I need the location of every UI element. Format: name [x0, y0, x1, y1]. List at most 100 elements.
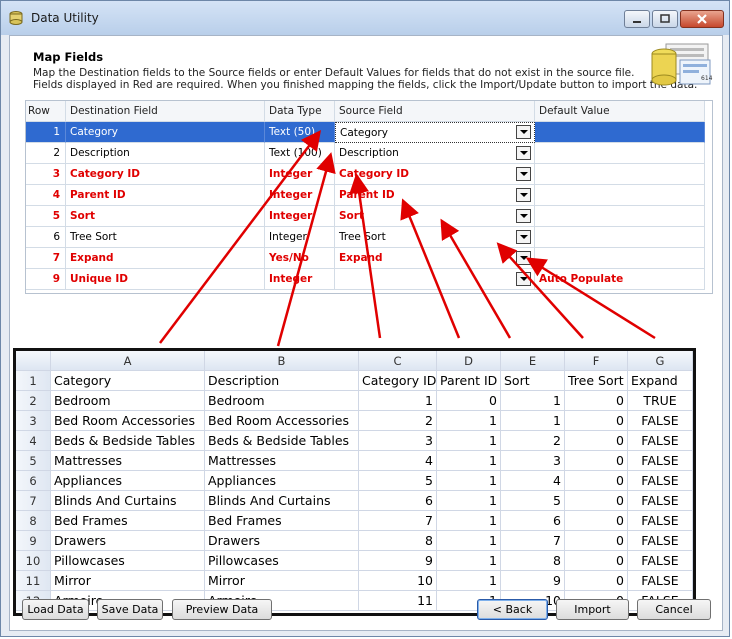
default-value[interactable]: [535, 227, 705, 248]
sheet-cell[interactable]: Bed Room Accessories: [205, 411, 359, 431]
sheet-cell[interactable]: Mattresses: [205, 451, 359, 471]
source-field[interactable]: Sort: [335, 206, 535, 227]
sheet-cell[interactable]: Mirror: [51, 571, 205, 591]
sheet-cell[interactable]: Bed Frames: [205, 511, 359, 531]
sheet-row-number[interactable]: 1: [16, 371, 51, 391]
sheet-cell[interactable]: 0: [565, 571, 628, 591]
sheet-cell[interactable]: 11: [359, 591, 437, 611]
default-value[interactable]: [535, 206, 705, 227]
sheet-cell[interactable]: 1: [437, 531, 501, 551]
source-field[interactable]: Category ID: [335, 164, 535, 185]
sheet-row-number[interactable]: 9: [16, 531, 51, 551]
sheet-cell[interactable]: 1: [437, 511, 501, 531]
grid-row[interactable]: 7 Expand Yes/No Expand: [26, 248, 712, 269]
sheet-cell[interactable]: Description: [205, 371, 359, 391]
default-value[interactable]: [535, 143, 705, 164]
sheet-cell[interactable]: 0: [437, 391, 501, 411]
sheet-cell[interactable]: FALSE: [628, 431, 693, 451]
sheet-cell[interactable]: 6: [359, 491, 437, 511]
back-button[interactable]: < Back: [477, 599, 548, 620]
sheet-column-header[interactable]: G: [628, 351, 693, 371]
source-dropdown-button[interactable]: [516, 167, 531, 181]
sheet-row-number[interactable]: 7: [16, 491, 51, 511]
source-dropdown-button[interactable]: [516, 251, 531, 265]
sheet-row-number[interactable]: 5: [16, 451, 51, 471]
sheet-cell[interactable]: FALSE: [628, 491, 693, 511]
default-value[interactable]: [535, 164, 705, 185]
sheet-cell[interactable]: Tree Sort: [565, 371, 628, 391]
sheet-cell[interactable]: 0: [565, 391, 628, 411]
maximize-button[interactable]: [652, 10, 678, 28]
select-all-corner[interactable]: [16, 351, 51, 371]
grid-row[interactable]: 3 Category ID Integer Category ID: [26, 164, 712, 185]
sheet-cell[interactable]: 6: [501, 511, 565, 531]
grid-row[interactable]: 1 Category Text (50) Category: [26, 122, 712, 143]
sheet-cell[interactable]: 3: [501, 451, 565, 471]
sheet-row-number[interactable]: 3: [16, 411, 51, 431]
sheet-cell[interactable]: Blinds And Curtains: [51, 491, 205, 511]
source-dropdown-button[interactable]: [516, 146, 531, 160]
sheet-cell[interactable]: Pillowcases: [205, 551, 359, 571]
source-dropdown-button[interactable]: [516, 188, 531, 202]
sheet-cell[interactable]: Bedroom: [51, 391, 205, 411]
sheet-cell[interactable]: 2: [501, 431, 565, 451]
sheet-cell[interactable]: Beds & Bedside Tables: [51, 431, 205, 451]
sheet-cell[interactable]: 0: [565, 531, 628, 551]
save-data-button[interactable]: Save Data: [97, 599, 163, 620]
sheet-cell[interactable]: 0: [565, 491, 628, 511]
sheet-cell[interactable]: 7: [359, 511, 437, 531]
source-field[interactable]: [335, 269, 535, 290]
sheet-row-number[interactable]: 6: [16, 471, 51, 491]
sheet-cell[interactable]: 1: [437, 471, 501, 491]
col-header-data-type[interactable]: Data Type: [265, 101, 335, 122]
default-value[interactable]: [535, 185, 705, 206]
sheet-cell[interactable]: FALSE: [628, 531, 693, 551]
cancel-button[interactable]: Cancel: [637, 599, 711, 620]
sheet-column-header[interactable]: D: [437, 351, 501, 371]
default-value[interactable]: [535, 122, 705, 143]
preview-data-button[interactable]: Preview Data: [172, 599, 272, 620]
default-value[interactable]: [535, 248, 705, 269]
sheet-cell[interactable]: Mattresses: [51, 451, 205, 471]
source-field[interactable]: Parent ID: [335, 185, 535, 206]
sheet-cell[interactable]: 2: [359, 411, 437, 431]
sheet-row-number[interactable]: 10: [16, 551, 51, 571]
source-dropdown-button[interactable]: [516, 272, 531, 286]
sheet-cell[interactable]: 3: [359, 431, 437, 451]
sheet-cell[interactable]: Beds & Bedside Tables: [205, 431, 359, 451]
minimize-button[interactable]: [624, 10, 650, 28]
sheet-cell[interactable]: FALSE: [628, 451, 693, 471]
sheet-cell[interactable]: 0: [565, 511, 628, 531]
sheet-cell[interactable]: Pillowcases: [51, 551, 205, 571]
grid-row[interactable]: 9 Unique ID Integer Auto Populate: [26, 269, 712, 290]
sheet-cell[interactable]: 1: [437, 571, 501, 591]
sheet-cell[interactable]: 9: [359, 551, 437, 571]
sheet-cell[interactable]: 5: [501, 491, 565, 511]
sheet-cell[interactable]: 0: [565, 551, 628, 571]
sheet-cell[interactable]: 7: [501, 531, 565, 551]
sheet-cell[interactable]: 1: [437, 411, 501, 431]
sheet-column-header[interactable]: F: [565, 351, 628, 371]
sheet-column-header[interactable]: B: [205, 351, 359, 371]
sheet-cell[interactable]: Drawers: [205, 531, 359, 551]
sheet-row-number[interactable]: 2: [16, 391, 51, 411]
close-button[interactable]: [680, 10, 724, 28]
source-field[interactable]: Description: [335, 143, 535, 164]
sheet-cell[interactable]: 1: [501, 391, 565, 411]
default-value[interactable]: Auto Populate: [535, 269, 705, 290]
col-header-destination[interactable]: Destination Field: [66, 101, 265, 122]
sheet-cell[interactable]: Appliances: [205, 471, 359, 491]
sheet-cell[interactable]: 0: [565, 411, 628, 431]
sheet-row-number[interactable]: 8: [16, 511, 51, 531]
sheet-cell[interactable]: Category: [51, 371, 205, 391]
sheet-cell[interactable]: 0: [565, 451, 628, 471]
sheet-cell[interactable]: 1: [501, 411, 565, 431]
sheet-cell[interactable]: 9: [501, 571, 565, 591]
col-header-row[interactable]: Row: [26, 101, 66, 122]
sheet-cell[interactable]: TRUE: [628, 391, 693, 411]
sheet-column-header[interactable]: A: [51, 351, 205, 371]
sheet-cell[interactable]: Blinds And Curtains: [205, 491, 359, 511]
sheet-column-header[interactable]: C: [359, 351, 437, 371]
source-dropdown-button[interactable]: [516, 125, 531, 139]
sheet-cell[interactable]: Sort: [501, 371, 565, 391]
